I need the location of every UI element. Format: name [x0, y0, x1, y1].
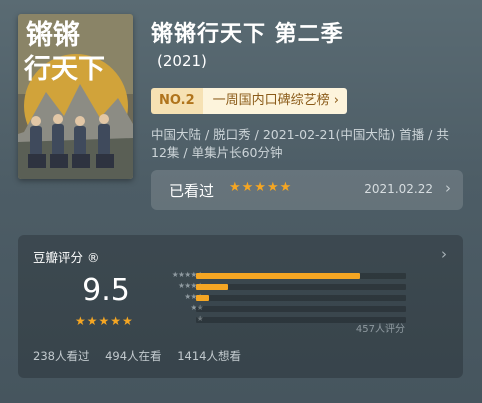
distribution-track [196, 295, 406, 301]
watched-label: 已看过 [169, 182, 215, 200]
my-rating-stars: ★★★★★ [229, 180, 293, 195]
rating-stars: ★★★★★ [75, 314, 134, 328]
poster-title-line2: 行天下 [23, 53, 105, 85]
poster-title-line1: 锵锵 [26, 19, 80, 51]
watching-count-link[interactable]: 494人在看 [105, 349, 161, 363]
rank-badge[interactable]: NO.2 一周国内口碑综艺榜 › [151, 88, 347, 114]
distribution-track [196, 273, 406, 279]
distribution-row: ★★★ [148, 292, 408, 304]
watched-count-link[interactable]: 238人看过 [33, 349, 89, 363]
rating-card-title: 豆瓣评分 ® [33, 247, 100, 266]
poster-image[interactable]: 锵锵 行天下 [18, 14, 133, 179]
rating-title-text: 豆瓣评分 [33, 250, 84, 265]
watched-date: 2021.02.22 [364, 182, 433, 196]
distribution-bar [196, 284, 228, 290]
poster-illustration: 锵锵 行天下 [18, 14, 133, 179]
rating-score: 9.5 [82, 273, 130, 308]
wish-count-link[interactable]: 1414人想看 [177, 349, 241, 363]
chevron-right-icon: › [445, 179, 451, 197]
show-title: 锵锵行天下 第二季 [151, 22, 344, 47]
rank-number: NO.2 [151, 88, 203, 114]
show-meta-info: 中国大陆 / 脱口秀 / 2021-02-21(中国大陆) 首播 / 共12集 … [151, 127, 449, 160]
rating-count: 457人评分 [355, 324, 405, 335]
distribution-bar [196, 295, 209, 301]
rank-list-name: 一周国内口碑综艺榜 › [202, 88, 347, 114]
watched-status-bar[interactable]: 已看过 ★★★★★ 2021.02.22 › [151, 170, 463, 210]
distribution-bar [196, 273, 360, 279]
rating-card[interactable]: 豆瓣评分 ® › 9.5 ★★★★★ ★★★★★ ★★★★ ★★★ ★★ ★ 4… [18, 235, 463, 378]
registered-mark: ® [87, 250, 100, 265]
chevron-right-icon[interactable]: › [441, 245, 447, 263]
distribution-row: ★★ [148, 303, 408, 315]
watch-stats: 238人看过 494人在看 1414人想看 [33, 348, 253, 364]
distribution-track [196, 284, 406, 290]
rank-list-label: 一周国内口碑综艺榜 [212, 93, 330, 108]
show-year: (2021) [157, 52, 207, 70]
rating-distribution: ★★★★★ ★★★★ ★★★ ★★ ★ [148, 270, 408, 326]
chevron-right-icon: › [333, 93, 339, 108]
distribution-track [196, 306, 406, 312]
